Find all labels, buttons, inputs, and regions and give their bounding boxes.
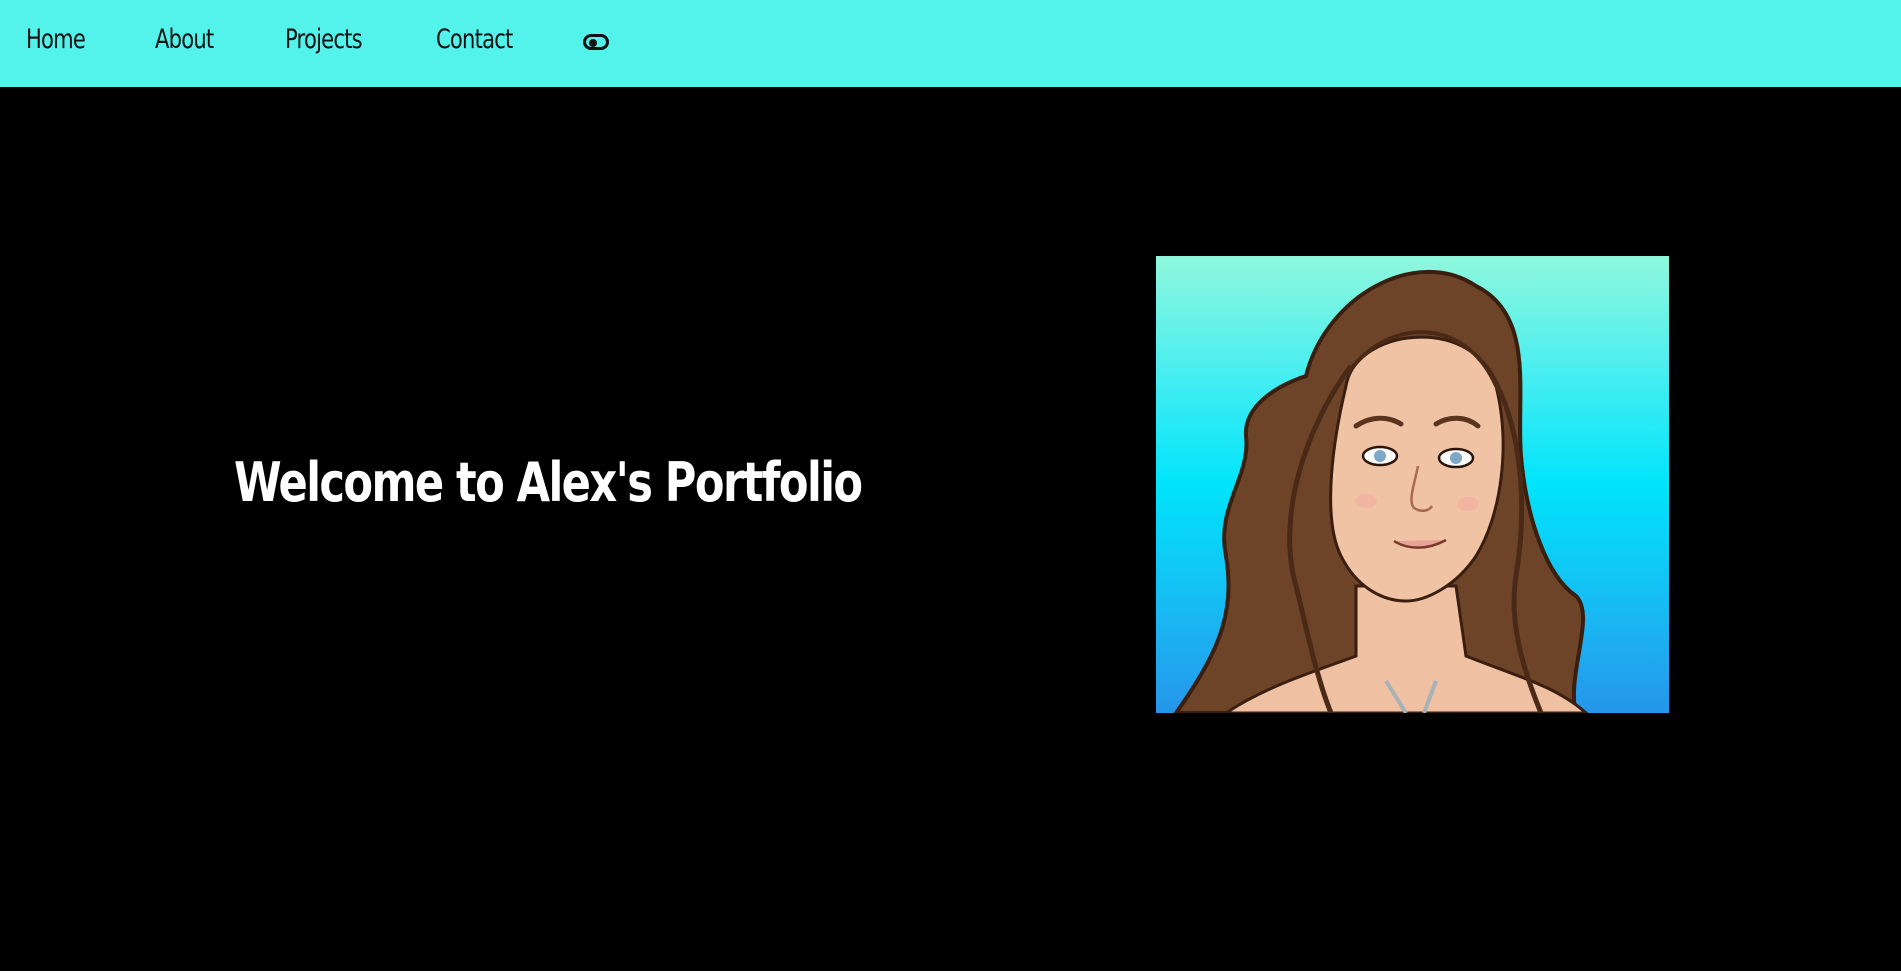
theme-toggle-icon[interactable] (583, 34, 609, 50)
cartoon-avatar-icon (1173, 269, 1589, 713)
nav-link-contact[interactable]: Contact (436, 24, 513, 55)
left-iris (1374, 450, 1386, 462)
right-cheek (1457, 497, 1479, 511)
nav-link-home[interactable]: Home (26, 24, 86, 55)
left-cheek (1355, 494, 1377, 508)
top-navbar: Home About Projects Contact (0, 0, 1901, 87)
toggle-knob (589, 39, 597, 47)
right-iris (1450, 452, 1462, 464)
hero-title: Welcome to Alex's Portfolio (234, 451, 863, 514)
nav-link-projects[interactable]: Projects (285, 24, 363, 55)
avatar-image (1156, 256, 1669, 713)
nav-link-about[interactable]: About (155, 24, 214, 55)
